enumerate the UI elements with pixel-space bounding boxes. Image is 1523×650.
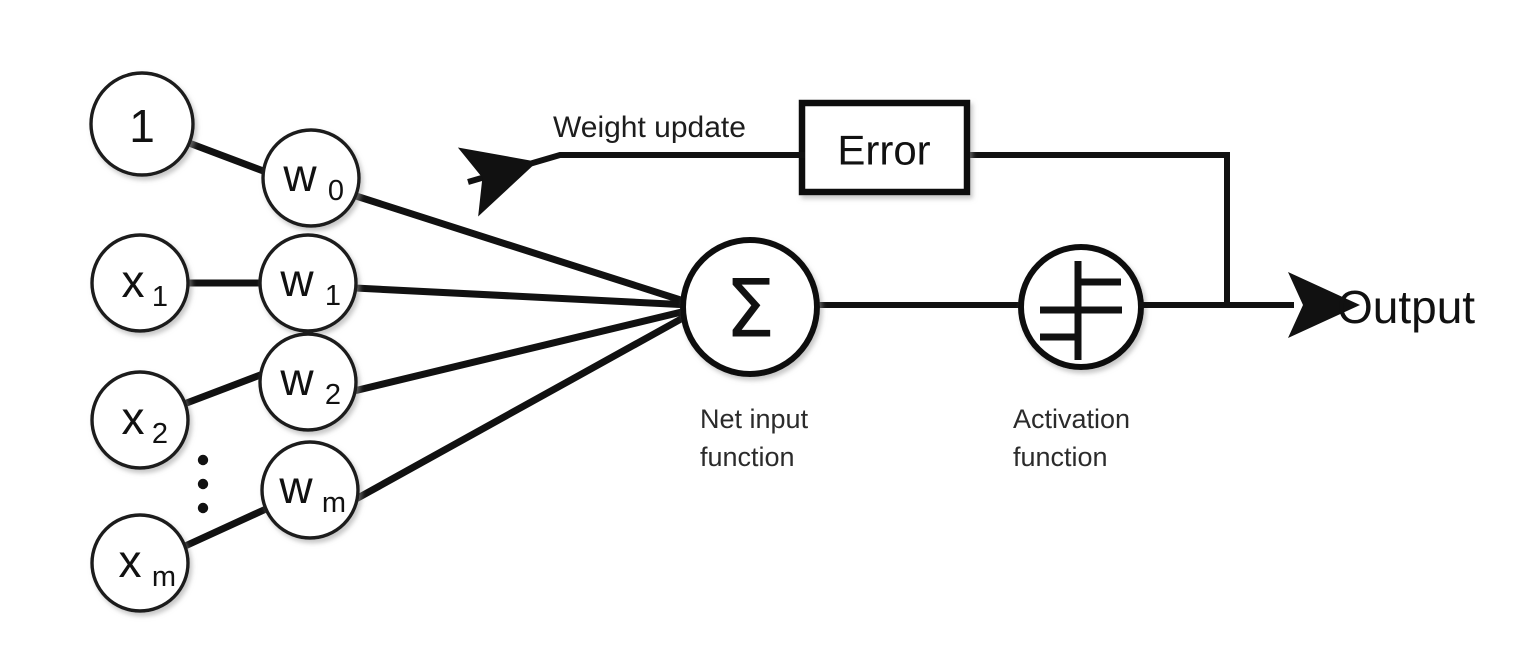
activation-caption-line1: Activation xyxy=(1013,404,1130,434)
edge-x2-w2 xyxy=(182,370,265,408)
weight-node-w1-subscript: 1 xyxy=(325,280,341,312)
vertical-ellipsis xyxy=(197,454,209,514)
input-node-xm-label: x xyxy=(119,535,142,587)
weight-node-w1-label: w xyxy=(279,254,314,306)
input-node-xm-subscript: m xyxy=(152,561,176,593)
net-input-caption-line1: Net input xyxy=(700,404,809,434)
weight-node-w2-label: w xyxy=(279,353,314,405)
perceptron-canvas: 1 x 1 x 2 x m w 0 w 1 w 2 w m Σ Net inpu… xyxy=(89,71,1475,613)
net-input-caption-line2: function xyxy=(700,442,795,472)
input-node-x2-label: x xyxy=(122,392,145,444)
error-box-label: Error xyxy=(837,127,930,174)
weight-node-wm-subscript: m xyxy=(322,487,346,519)
weight-node-w0-label: w xyxy=(282,149,317,201)
weight-node-w0-subscript: 0 xyxy=(328,175,344,207)
input-node-x2-subscript: 2 xyxy=(152,418,168,450)
weight-node-wm-label: w xyxy=(278,461,313,513)
activation-caption-line2: function xyxy=(1013,442,1108,472)
input-node-bias-label: 1 xyxy=(129,100,155,152)
weight-node-w2-subscript: 2 xyxy=(325,379,341,411)
edge-w0-sum xyxy=(354,192,692,307)
perceptron-diagram: 1 x 1 x 2 x m w 0 w 1 w 2 w m Σ Net inpu… xyxy=(0,0,1523,650)
weight-update-arrow xyxy=(457,147,805,217)
weight-update-label: Weight update xyxy=(553,111,746,144)
edge-bias-w0 xyxy=(187,139,268,176)
input-node-x1-label: x xyxy=(122,255,145,307)
output-label: Output xyxy=(1337,281,1475,333)
edge-wm-sum xyxy=(354,310,692,503)
input-node-x1-subscript: 1 xyxy=(152,281,168,313)
edge-xm-wm xyxy=(181,505,268,551)
sigma-icon: Σ xyxy=(725,263,776,356)
edge-w2-sum xyxy=(353,306,691,395)
